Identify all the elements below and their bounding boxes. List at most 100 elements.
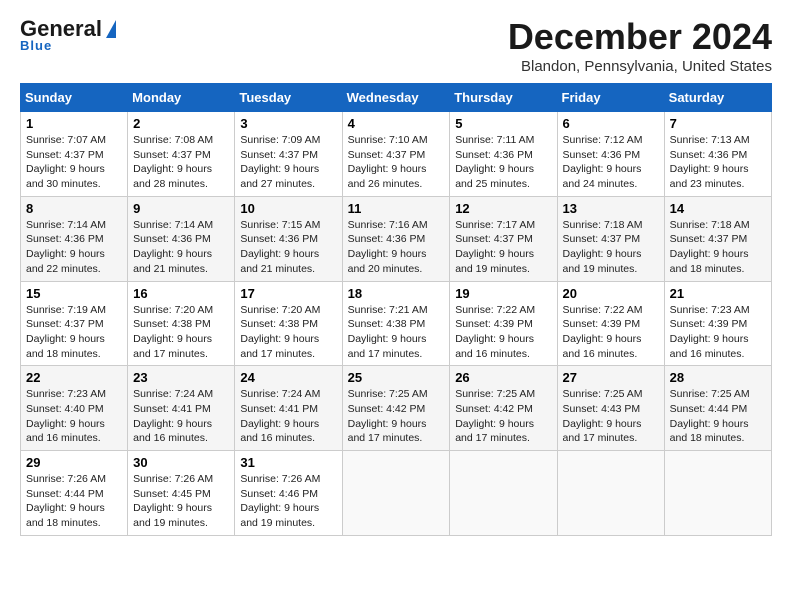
day-number: 24: [240, 370, 336, 385]
day-number: 21: [670, 286, 766, 301]
dow-header-thursday: Thursday: [450, 84, 557, 112]
dow-header-sunday: Sunday: [21, 84, 128, 112]
day-number: 5: [455, 116, 551, 131]
day-info: Sunrise: 7:18 AMSunset: 4:37 PMDaylight:…: [670, 219, 750, 275]
day-number: 27: [563, 370, 659, 385]
calendar-cell: 19Sunrise: 7:22 AMSunset: 4:39 PMDayligh…: [450, 281, 557, 366]
day-number: 13: [563, 201, 659, 216]
calendar-cell: [557, 451, 664, 536]
day-number: 30: [133, 455, 229, 470]
day-number: 14: [670, 201, 766, 216]
day-info: Sunrise: 7:11 AMSunset: 4:36 PMDaylight:…: [455, 134, 534, 190]
day-number: 18: [348, 286, 445, 301]
day-number: 3: [240, 116, 336, 131]
day-info: Sunrise: 7:25 AMSunset: 4:44 PMDaylight:…: [670, 388, 750, 444]
day-number: 11: [348, 201, 445, 216]
calendar-cell: 18 Sunrise: 7:21 AMSunset: 4:38 PMDayligh…: [342, 281, 450, 366]
dow-header-tuesday: Tuesday: [235, 84, 342, 112]
day-info: Sunrise: 7:18 AMSunset: 4:37 PMDaylight:…: [563, 219, 643, 275]
day-number: 17: [240, 286, 336, 301]
calendar-cell: 17 Sunrise: 7:20 AMSunset: 4:38 PMDayligh…: [235, 281, 342, 366]
calendar-cell: 13 Sunrise: 7:18 AMSunset: 4:37 PMDayligh…: [557, 196, 664, 281]
calendar-table: SundayMondayTuesdayWednesdayThursdayFrid…: [20, 83, 772, 536]
day-number: 22: [26, 370, 122, 385]
calendar-cell: 28 Sunrise: 7:25 AMSunset: 4:44 PMDayligh…: [664, 366, 771, 451]
day-number: 28: [670, 370, 766, 385]
calendar-cell: [342, 451, 450, 536]
calendar-cell: 5 Sunrise: 7:11 AMSunset: 4:36 PMDaylight…: [450, 112, 557, 197]
calendar-cell: 27 Sunrise: 7:25 AMSunset: 4:43 PMDayligh…: [557, 366, 664, 451]
day-number: 2: [133, 116, 229, 131]
calendar-cell: 22 Sunrise: 7:23 AMSunset: 4:40 PMDayligh…: [21, 366, 128, 451]
calendar-cell: 2 Sunrise: 7:08 AMSunset: 4:37 PMDaylight…: [128, 112, 235, 197]
day-number: 26: [455, 370, 551, 385]
day-info: Sunrise: 7:24 AMSunset: 4:41 PMDaylight:…: [133, 388, 213, 444]
day-info: Sunrise: 7:16 AMSunset: 4:36 PMDaylight:…: [348, 219, 428, 275]
calendar-cell: 10Sunrise: 7:15 AMSunset: 4:36 PMDayligh…: [235, 196, 342, 281]
calendar-week-1: 1 Sunrise: 7:07 AMSunset: 4:37 PMDaylight…: [21, 112, 772, 197]
day-number: 20: [563, 286, 659, 301]
day-info: Sunrise: 7:20 AMSunset: 4:38 PMDaylight:…: [133, 304, 213, 360]
day-number: 19: [455, 286, 551, 301]
day-info: Sunrise: 7:14 AMSunset: 4:36 PMDaylight:…: [26, 219, 106, 275]
day-info: Sunrise: 7:19 AMSunset: 4:37 PMDaylight:…: [26, 304, 106, 360]
day-info: Sunrise: 7:21 AMSunset: 4:38 PMDaylight:…: [348, 304, 428, 360]
calendar-cell: 6 Sunrise: 7:12 AMSunset: 4:36 PMDaylight…: [557, 112, 664, 197]
day-info: Sunrise: 7:10 AMSunset: 4:37 PMDaylight:…: [348, 134, 428, 190]
day-info: Sunrise: 7:23 AMSunset: 4:39 PMDaylight:…: [670, 304, 750, 360]
day-number: 12: [455, 201, 551, 216]
calendar-cell: 21 Sunrise: 7:23 AMSunset: 4:39 PMDayligh…: [664, 281, 771, 366]
day-number: 25: [348, 370, 445, 385]
calendar-cell: 30Sunrise: 7:26 AMSunset: 4:45 PMDayligh…: [128, 451, 235, 536]
day-info: Sunrise: 7:22 AMSunset: 4:39 PMDaylight:…: [563, 304, 643, 360]
calendar-cell: 4 Sunrise: 7:10 AMSunset: 4:37 PMDaylight…: [342, 112, 450, 197]
day-info: Sunrise: 7:08 AMSunset: 4:37 PMDaylight:…: [133, 134, 213, 190]
day-number: 10: [240, 201, 336, 216]
calendar-week-3: 15 Sunrise: 7:19 AMSunset: 4:37 PMDayligh…: [21, 281, 772, 366]
dow-header-monday: Monday: [128, 84, 235, 112]
calendar-cell: 29 Sunrise: 7:26 AMSunset: 4:44 PMDayligh…: [21, 451, 128, 536]
calendar-cell: 1 Sunrise: 7:07 AMSunset: 4:37 PMDaylight…: [21, 112, 128, 197]
calendar-cell: [450, 451, 557, 536]
calendar-cell: 14 Sunrise: 7:18 AMSunset: 4:37 PMDayligh…: [664, 196, 771, 281]
logo: General Blue: [20, 16, 116, 53]
calendar-cell: 20 Sunrise: 7:22 AMSunset: 4:39 PMDayligh…: [557, 281, 664, 366]
location-text: Blandon, Pennsylvania, United States: [508, 58, 772, 75]
day-number: 1: [26, 116, 122, 131]
calendar-cell: 23 Sunrise: 7:24 AMSunset: 4:41 PMDayligh…: [128, 366, 235, 451]
calendar-cell: 3Sunrise: 7:09 AMSunset: 4:37 PMDaylight…: [235, 112, 342, 197]
day-info: Sunrise: 7:25 AMSunset: 4:42 PMDaylight:…: [348, 388, 428, 444]
month-title: December 2024: [508, 16, 772, 58]
day-info: Sunrise: 7:26 AMSunset: 4:46 PMDaylight:…: [240, 473, 320, 529]
calendar-cell: [664, 451, 771, 536]
calendar-cell: 12 Sunrise: 7:17 AMSunset: 4:37 PMDayligh…: [450, 196, 557, 281]
calendar-cell: 8Sunrise: 7:14 AMSunset: 4:36 PMDaylight…: [21, 196, 128, 281]
dow-header-friday: Friday: [557, 84, 664, 112]
calendar-cell: 15 Sunrise: 7:19 AMSunset: 4:37 PMDayligh…: [21, 281, 128, 366]
day-info: Sunrise: 7:12 AMSunset: 4:36 PMDaylight:…: [563, 134, 643, 190]
calendar-cell: 7Sunrise: 7:13 AMSunset: 4:36 PMDaylight…: [664, 112, 771, 197]
day-info: Sunrise: 7:26 AMSunset: 4:44 PMDaylight:…: [26, 473, 106, 529]
day-number: 4: [348, 116, 445, 131]
day-info: Sunrise: 7:25 AMSunset: 4:42 PMDaylight:…: [455, 388, 535, 444]
day-number: 6: [563, 116, 659, 131]
day-number: 15: [26, 286, 122, 301]
calendar-cell: 26 Sunrise: 7:25 AMSunset: 4:42 PMDayligh…: [450, 366, 557, 451]
day-info: Sunrise: 7:17 AMSunset: 4:37 PMDaylight:…: [455, 219, 535, 275]
day-info: Sunrise: 7:07 AMSunset: 4:37 PMDaylight:…: [26, 134, 106, 190]
dow-header-wednesday: Wednesday: [342, 84, 450, 112]
day-number: 29: [26, 455, 122, 470]
day-number: 16: [133, 286, 229, 301]
logo-triangle-icon: [106, 20, 116, 38]
day-info: Sunrise: 7:14 AMSunset: 4:36 PMDaylight:…: [133, 219, 213, 275]
logo-blue-text: Blue: [20, 38, 52, 53]
dow-header-saturday: Saturday: [664, 84, 771, 112]
page-header: General Blue December 2024 Blandon, Penn…: [20, 16, 772, 75]
day-number: 31: [240, 455, 336, 470]
day-number: 23: [133, 370, 229, 385]
calendar-cell: 31 Sunrise: 7:26 AMSunset: 4:46 PMDayligh…: [235, 451, 342, 536]
day-of-week-row: SundayMondayTuesdayWednesdayThursdayFrid…: [21, 84, 772, 112]
day-info: Sunrise: 7:20 AMSunset: 4:38 PMDaylight:…: [240, 304, 320, 360]
day-info: Sunrise: 7:23 AMSunset: 4:40 PMDaylight:…: [26, 388, 106, 444]
day-info: Sunrise: 7:25 AMSunset: 4:43 PMDaylight:…: [563, 388, 643, 444]
